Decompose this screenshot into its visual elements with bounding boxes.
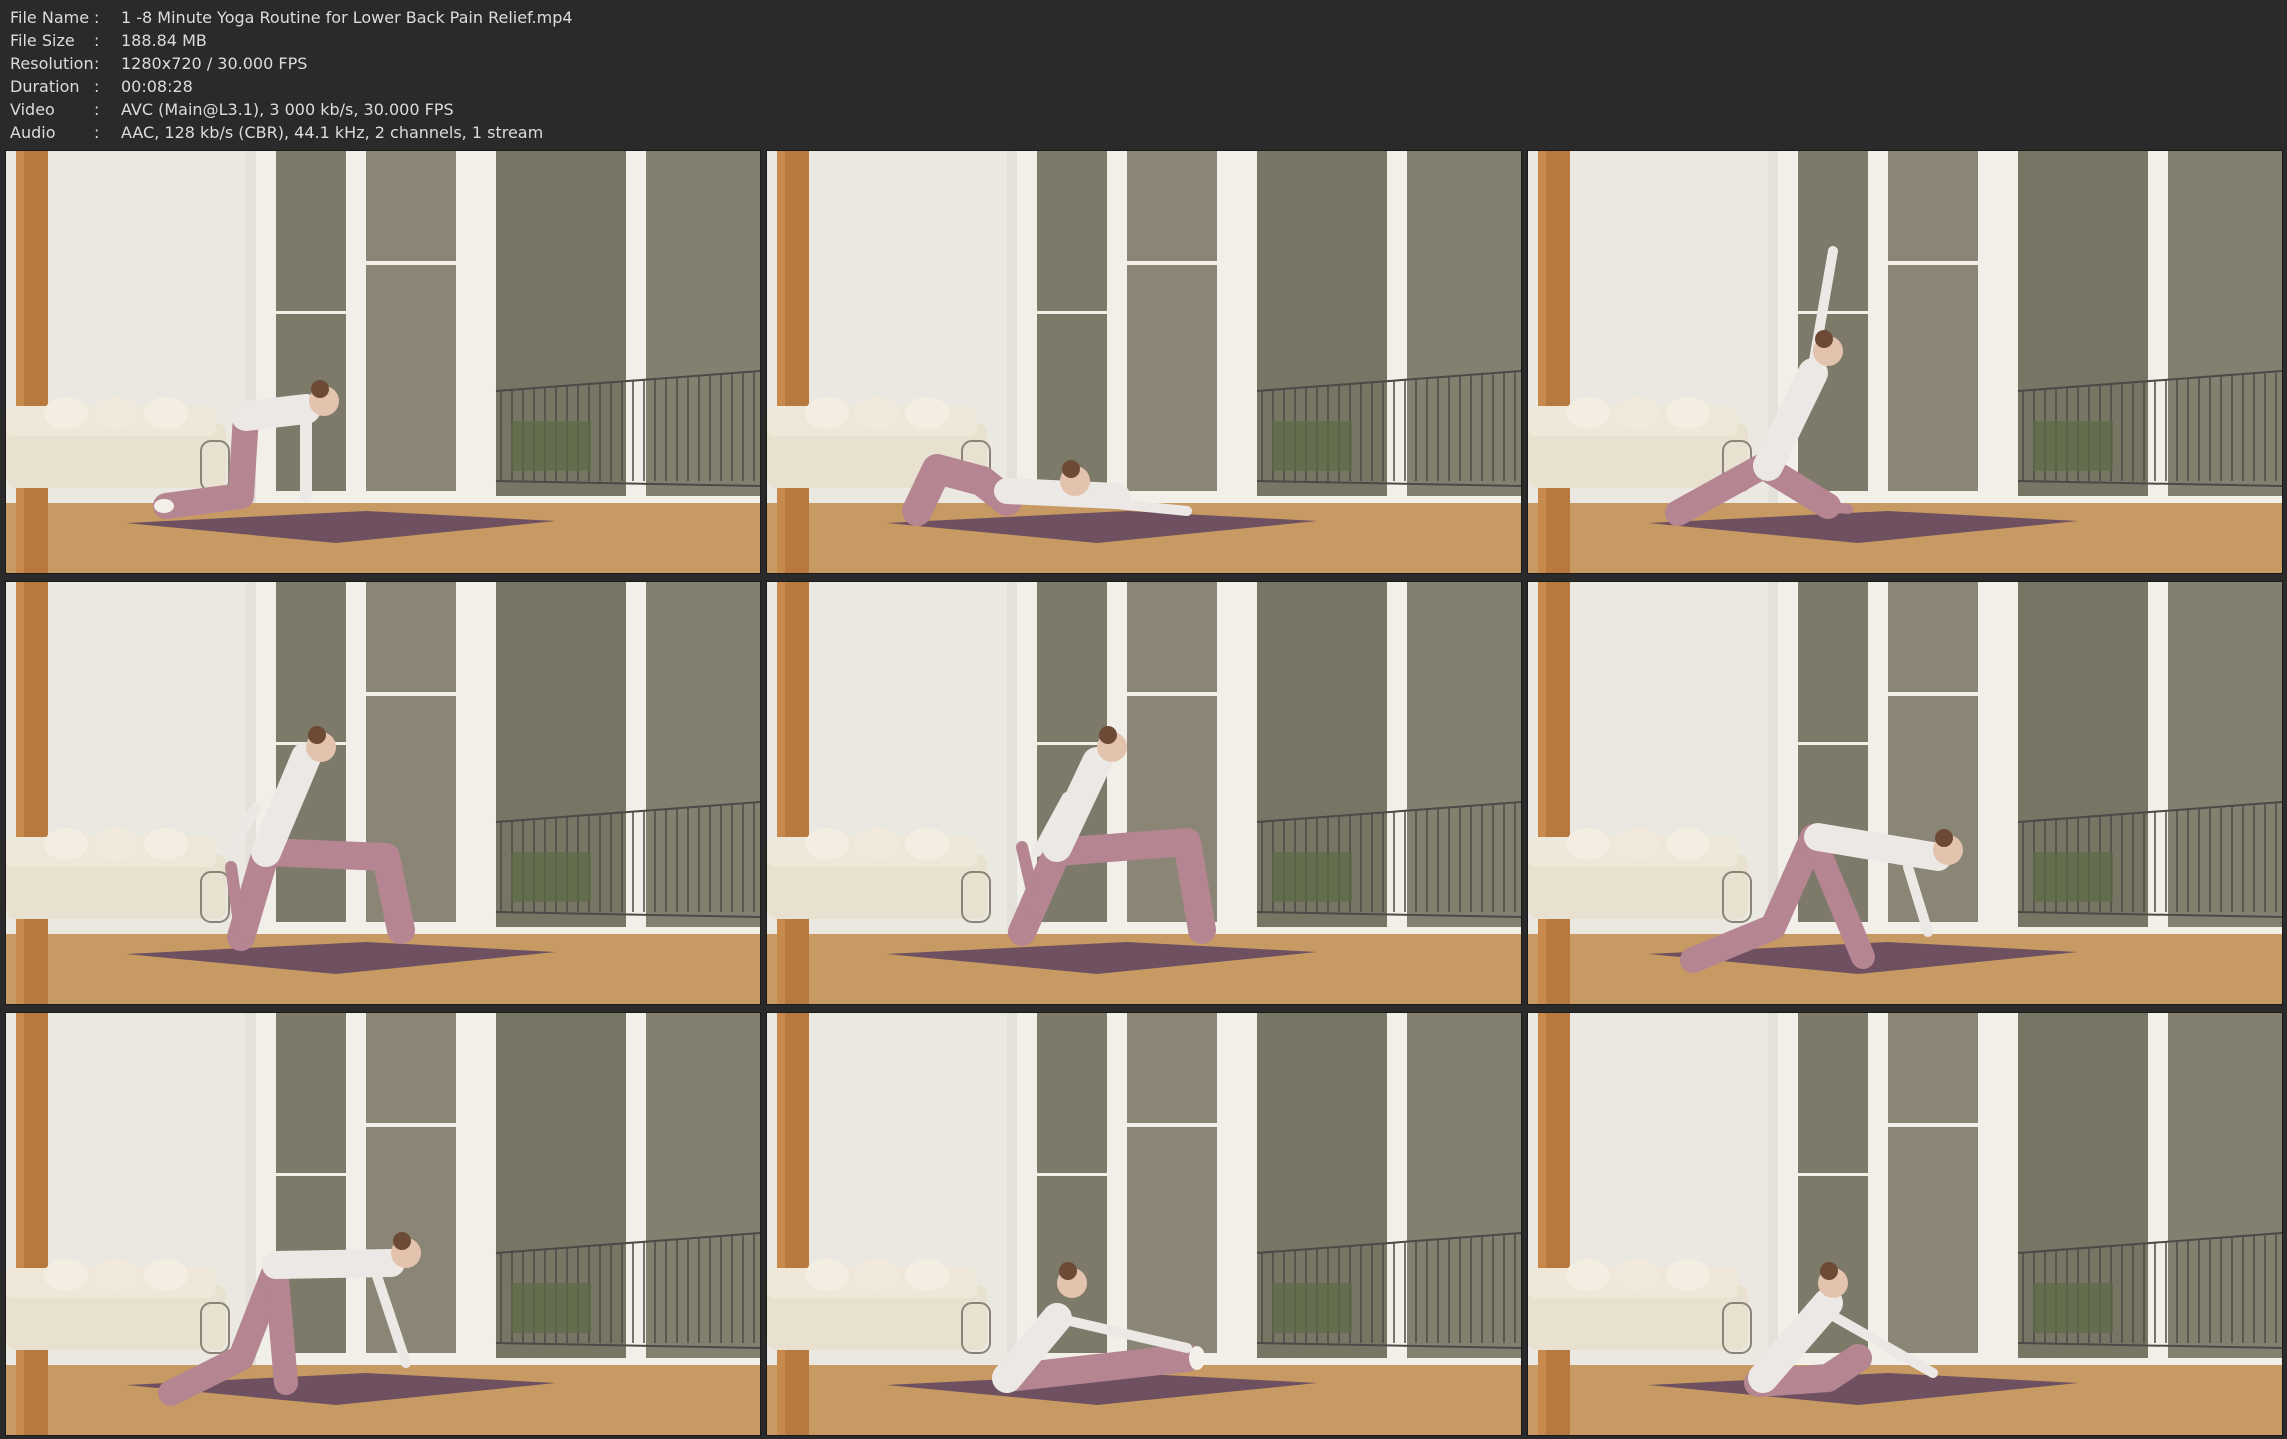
info-value: AAC, 128 kb/s (CBR), 44.1 kHz, 2 channel… [121, 123, 544, 142]
info-separator: : [94, 8, 100, 27]
info-value: 1 -8 Minute Yoga Routine for Lower Back … [121, 8, 573, 27]
thumbnail-grid [5, 150, 2283, 1436]
info-row-audio: Audio : AAC, 128 kb/s (CBR), 44.1 kHz, 2… [10, 121, 1210, 144]
video-thumbnail-8 [766, 1012, 1522, 1436]
info-separator: : [94, 77, 100, 96]
info-row-duration: Duration : 00:08:28 [10, 75, 1210, 98]
info-separator: : [94, 100, 100, 119]
video-thumbnail-4 [5, 581, 761, 1005]
video-thumbnail-9 [1527, 1012, 2283, 1436]
video-thumbnail-3 [1527, 150, 2283, 574]
info-separator: : [94, 31, 100, 50]
info-row-video: Video : AVC (Main@L3.1), 3 000 kb/s, 30.… [10, 98, 1210, 121]
info-value: 00:08:28 [121, 77, 193, 96]
info-label: Video [10, 100, 55, 119]
info-label: Duration [10, 77, 80, 96]
info-row-file-size: File Size : 188.84 MB [10, 29, 1210, 52]
info-value: 1280x720 / 30.000 FPS [121, 54, 308, 73]
file-info-panel: File Name : 1 -8 Minute Yoga Routine for… [10, 6, 1210, 146]
info-label: Audio [10, 123, 56, 142]
info-row-file-name: File Name : 1 -8 Minute Yoga Routine for… [10, 6, 1210, 29]
info-separator: : [94, 54, 100, 73]
info-separator: : [94, 123, 100, 142]
video-thumbnail-5 [766, 581, 1522, 1005]
info-row-resolution: Resolution : 1280x720 / 30.000 FPS [10, 52, 1210, 75]
video-thumbnail-1 [5, 150, 761, 574]
info-label: File Size [10, 31, 75, 50]
info-label: Resolution [10, 54, 94, 73]
video-thumbnail-2 [766, 150, 1522, 574]
info-value: AVC (Main@L3.1), 3 000 kb/s, 30.000 FPS [121, 100, 454, 119]
info-value: 188.84 MB [121, 31, 207, 50]
video-thumbnail-6 [1527, 581, 2283, 1005]
info-label: File Name [10, 8, 90, 27]
video-thumbnail-7 [5, 1012, 761, 1436]
